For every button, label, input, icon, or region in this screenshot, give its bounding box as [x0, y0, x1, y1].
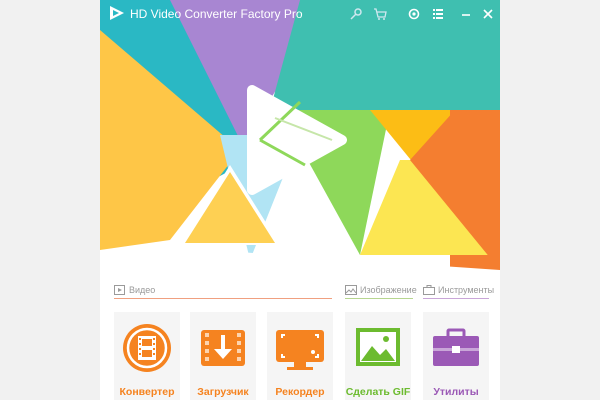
key-icon[interactable]: [346, 4, 366, 24]
toolbox-icon: [433, 328, 479, 366]
film-icon: [123, 324, 171, 372]
downloader-tile[interactable]: Загрузчик: [190, 312, 256, 400]
section-image-divider: [345, 298, 413, 299]
cart-icon[interactable]: [370, 4, 390, 24]
app-logo-icon: [110, 6, 124, 20]
app-window: HD Video Converter Factory Pro Видео Изо…: [100, 0, 500, 400]
close-icon[interactable]: [478, 4, 498, 24]
section-image-label: Изображение: [360, 285, 417, 295]
converter-tile-label: Конвертер: [119, 386, 175, 398]
hero-banner: [100, 0, 500, 280]
recorder-tile[interactable]: Рекордер: [267, 312, 333, 400]
menu-list-icon[interactable]: [428, 4, 448, 24]
utilities-tile[interactable]: Утилиты: [423, 312, 489, 400]
gear-icon[interactable]: [404, 4, 424, 24]
image-section-icon: [345, 285, 357, 295]
download-icon: [201, 330, 245, 366]
section-video-label: Видео: [129, 285, 156, 295]
recorder-tile-label: Рекордер: [275, 386, 325, 398]
utilities-tile-label: Утилиты: [433, 386, 479, 398]
make-gif-tile[interactable]: Сделать GIF: [345, 312, 411, 400]
downloader-tile-label: Загрузчик: [197, 386, 249, 398]
minimize-icon[interactable]: [456, 4, 476, 24]
section-video-divider: [114, 298, 332, 299]
section-tools-divider: [423, 298, 489, 299]
make-gif-tile-label: Сделать GIF: [345, 386, 411, 398]
section-tools-label: Инструменты: [438, 285, 495, 295]
video-section-icon: [114, 285, 125, 295]
app-title: HD Video Converter Factory Pro: [130, 7, 303, 21]
title-bar: HD Video Converter Factory Pro: [100, 0, 500, 28]
hero-graphic: [100, 0, 500, 280]
image-icon: [356, 328, 400, 366]
toolbox-section-icon: [423, 285, 435, 295]
screen-record-icon: [276, 330, 324, 370]
converter-tile[interactable]: Конвертер: [114, 312, 180, 400]
